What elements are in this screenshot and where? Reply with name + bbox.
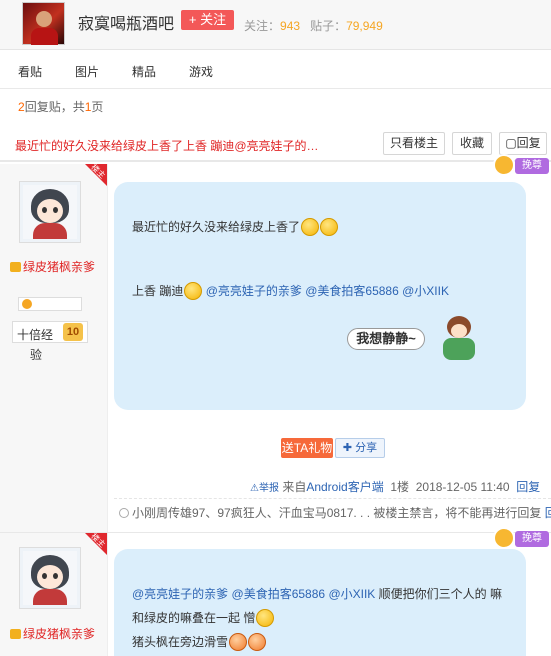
- mood-text: 我想静静~: [347, 328, 425, 350]
- post-text-line: @亮亮娃子的亲爹 @美食拍客65886 @小XIIK 顺便把你们三个人的 嘛: [132, 587, 502, 601]
- forum-stats: 关注：943 贴子：79,949: [244, 17, 383, 34]
- page-info: 2回复贴，共1页: [18, 100, 104, 114]
- forum-avatar[interactable]: [22, 2, 65, 45]
- info-icon: [119, 508, 129, 518]
- post-text-line: 和绿皮的嘛叠在一起 憎: [132, 609, 275, 627]
- level-box[interactable]: 十倍经 10: [12, 321, 88, 343]
- post-decoration[interactable]: 挽尊: [493, 154, 551, 178]
- follow-count-label: 关注：: [244, 19, 281, 33]
- angry-emoji-icon: [229, 633, 248, 651]
- nav-item-games[interactable]: 游戏: [189, 63, 213, 80]
- trophy-icon: [493, 154, 515, 176]
- follow-count: 943: [280, 19, 301, 33]
- post-text-line: 最近忙的好久没来给绿皮上香了: [132, 218, 339, 236]
- emoji-icon: [301, 218, 320, 236]
- post-count: 79,949: [346, 19, 383, 33]
- thread-title-bar: 最近忙的好久没来给绿皮上香了上香 蹦迪@亮亮娃子的… 只看楼主 收藏 ▢回复: [0, 128, 551, 162]
- avatar[interactable]: [19, 181, 81, 243]
- follow-button[interactable]: + 关注: [181, 10, 234, 30]
- emoji-icon: [320, 218, 339, 236]
- mention-link[interactable]: @美食拍客65886: [305, 284, 399, 298]
- decor-tag: 挽尊: [515, 531, 549, 547]
- nav-item-images[interactable]: 图片: [75, 63, 99, 80]
- mention-link[interactable]: @亮亮娃子的亲爹: [132, 587, 228, 601]
- post-reply-link[interactable]: 回复: [516, 480, 540, 494]
- post-text-line: 上香 蹦迪 @亮亮娃子的亲爹 @美食拍客65886 @小XIIK: [132, 282, 449, 300]
- sub-reply-notice: 小刚周传雄97、97疯狂人、汗血宝马0817. . . 被楼主禁言，将不能再进行…: [119, 504, 551, 521]
- level-badge: 10: [63, 323, 83, 341]
- nav-item-posts[interactable]: 看贴: [18, 63, 42, 80]
- post-time: 2018-12-05 11:40: [415, 480, 510, 494]
- mention-link[interactable]: @小XIIK: [328, 587, 375, 601]
- forum-nav: 看贴 图片 精品 游戏: [0, 51, 551, 89]
- post-count-label: 贴子：: [310, 19, 347, 33]
- forum-header: 寂寞喝瓶酒吧 + 关注 关注：943 贴子：79,949: [0, 0, 551, 50]
- report-link[interactable]: ⚠举报: [250, 483, 279, 494]
- divider: [114, 498, 551, 499]
- post-meta: ⚠举报 来自Android客户端 1楼 2018-12-05 11:40 回复: [250, 480, 541, 494]
- client-link[interactable]: Android客户端: [306, 480, 383, 494]
- decor-tag: 挽尊: [515, 158, 549, 174]
- favorite-button[interactable]: 收藏: [452, 132, 492, 155]
- post-decoration[interactable]: 挽尊: [493, 527, 551, 551]
- nav-item-featured[interactable]: 精品: [132, 63, 156, 80]
- emoji-icon: [256, 609, 275, 627]
- crown-icon: [10, 262, 21, 272]
- level-name: 十倍经: [17, 328, 54, 342]
- mention-link[interactable]: @美食拍客65886: [232, 587, 326, 601]
- username[interactable]: 绿皮猪枫亲爹: [10, 625, 95, 642]
- angry-emoji-icon: [248, 633, 267, 651]
- plus-icon: ✚: [342, 442, 356, 454]
- post-text-line: 猪头枫在旁边滑雪: [132, 633, 267, 651]
- medal-box: [18, 297, 82, 311]
- sub-reply-link[interactable]: 回复: [545, 506, 551, 520]
- post-content-bubble: @亮亮娃子的亲爹 @美食拍客65886 @小XIIK 顺便把你们三个人的 嘛 和…: [114, 549, 526, 656]
- thread-title: 最近忙的好久没来给绿皮上香了上香 蹦迪@亮亮娃子的…: [15, 139, 319, 153]
- medal-icon: [22, 299, 32, 309]
- level-name-suffix: 验: [30, 348, 43, 362]
- post-content-bubble: 最近忙的好久没来给绿皮上香了 上香 蹦迪 @亮亮娃子的亲爹 @美食拍客65886…: [114, 182, 526, 410]
- send-gift-button[interactable]: 送TA礼物: [281, 438, 333, 458]
- comment-icon: ▢: [505, 136, 517, 150]
- cartoon-figure-icon: [439, 316, 479, 366]
- only-op-button[interactable]: 只看楼主: [383, 132, 445, 155]
- crown-icon: [10, 629, 21, 639]
- floor-number: 1楼: [390, 480, 410, 494]
- thread-reply-button[interactable]: ▢回复: [499, 132, 547, 155]
- username[interactable]: 绿皮猪枫亲爹: [10, 258, 95, 275]
- post-floor-2: 楼主 绿皮猪枫亲爹 挽尊 @亮亮娃子的亲爹 @美食拍客65886 @小XIIK …: [0, 527, 551, 656]
- trophy-icon: [493, 527, 515, 549]
- forum-name[interactable]: 寂寞喝瓶酒吧: [78, 10, 174, 34]
- mention-link[interactable]: @小XIIK: [402, 284, 449, 298]
- share-button[interactable]: ✚ 分享: [335, 438, 385, 458]
- avatar[interactable]: [19, 547, 81, 609]
- post-author-sidebar: 楼主 绿皮猪枫亲爹 十倍经 10 验: [0, 163, 108, 532]
- post-floor-1: 楼主 绿皮猪枫亲爹 十倍经 10 验 挽尊 最近忙的好久没来给绿皮上香了 上香 …: [0, 154, 551, 532]
- warning-icon: ⚠: [250, 483, 259, 494]
- emoji-icon: [184, 282, 203, 300]
- post-author-sidebar: 楼主 绿皮猪枫亲爹: [0, 532, 108, 656]
- reply-count: 2: [18, 100, 25, 114]
- mention-link[interactable]: @亮亮娃子的亲爹: [206, 284, 302, 298]
